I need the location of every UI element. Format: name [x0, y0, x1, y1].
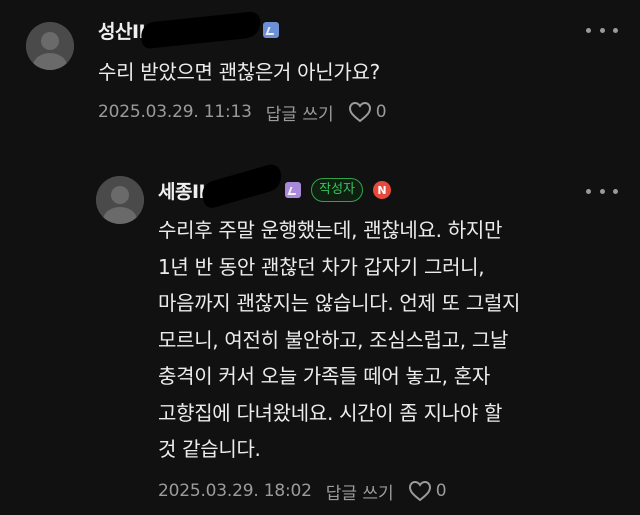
like-button[interactable]: 0 — [408, 480, 447, 502]
heart-outline-icon — [348, 101, 371, 123]
timestamp: 2025.03.29. 18:02 — [158, 481, 312, 501]
like-count: 0 — [375, 102, 387, 122]
author-badge: 작성자 — [311, 178, 363, 202]
comment-item: 성산II 수리 받았으면 괜찮은거 아닌가요? 2025.03.29. 11:1… — [0, 0, 640, 150]
more-dots-icon — [586, 188, 591, 194]
level-badge-icon — [263, 22, 280, 38]
level-badge-icon — [285, 182, 302, 198]
default-avatar-icon[interactable] — [26, 22, 74, 70]
redaction-mark — [199, 162, 286, 210]
reply-item: 세종II 작성자 N 수리후 주말 운행했는데, 괜찮네요. 하지만 1년 반 … — [0, 160, 640, 515]
like-button[interactable]: 0 — [348, 101, 387, 123]
new-badge: N — [373, 181, 391, 199]
redaction-mark — [140, 10, 263, 50]
comment-meta: 2025.03.29. 18:02 답글 쓰기 0 — [158, 478, 447, 504]
more-options-button[interactable] — [586, 182, 618, 200]
author-name[interactable]: 성산II — [98, 17, 146, 44]
timestamp: 2025.03.29. 11:13 — [98, 102, 252, 122]
comment-header: 성산II — [98, 10, 280, 50]
comment-body: 수리후 주말 운행했는데, 괜찮네요. 하지만 1년 반 동안 괜찮던 차가 갑… — [158, 218, 521, 461]
comment-meta: 2025.03.29. 11:13 답글 쓰기 0 — [98, 99, 387, 125]
like-count: 0 — [435, 481, 447, 501]
heart-outline-icon — [408, 480, 431, 502]
more-options-button[interactable] — [586, 21, 618, 39]
reply-button[interactable]: 답글 쓰기 — [266, 100, 334, 125]
more-dots-icon — [586, 27, 591, 33]
comment-body: 수리 받았으면 괜찮은거 아닌가요? — [98, 60, 380, 84]
comment-thread: 성산II 수리 받았으면 괜찮은거 아닌가요? 2025.03.29. 11:1… — [0, 0, 640, 515]
reply-button[interactable]: 답글 쓰기 — [326, 479, 394, 504]
author-name[interactable]: 세종II — [158, 177, 206, 204]
comment-header: 세종II 작성자 N — [158, 162, 391, 210]
default-avatar-icon[interactable] — [96, 176, 144, 224]
